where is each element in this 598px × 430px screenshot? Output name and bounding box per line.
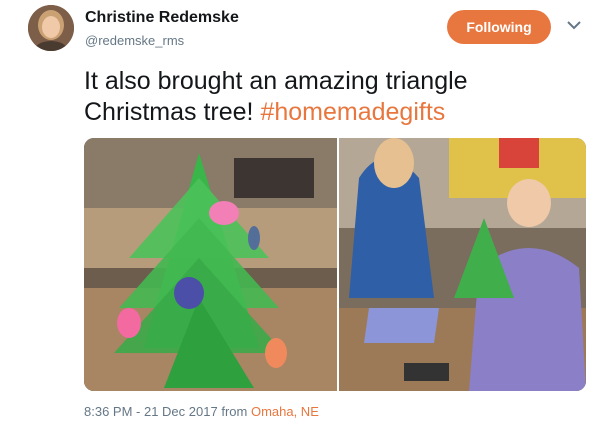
tweet-photo-students[interactable] — [339, 138, 586, 391]
avatar[interactable] — [28, 5, 74, 51]
chevron-down-icon[interactable] — [565, 18, 583, 32]
timestamp[interactable]: 8:36 PM - 21 Dec 2017 — [84, 404, 218, 419]
tweet-text: It also brought an amazing triangle Chri… — [84, 66, 574, 128]
hashtag-link[interactable]: #homemadegifts — [260, 98, 445, 126]
location-link[interactable]: Omaha, NE — [251, 404, 319, 419]
author-name[interactable]: Christine Redemske — [85, 9, 239, 27]
tweet-metadata: 8:36 PM - 21 Dec 2017 from Omaha, NE — [84, 404, 319, 419]
from-label: from — [221, 404, 248, 419]
paper-triangle-christmas-tree-photo — [84, 138, 337, 391]
author-handle[interactable]: @redemske_rms — [85, 33, 184, 48]
following-button[interactable]: Following — [447, 10, 551, 44]
students-folding-paper-tree-photo — [339, 138, 586, 391]
tweet-photo-tree[interactable] — [84, 138, 337, 391]
avatar-portrait-icon — [28, 5, 74, 51]
